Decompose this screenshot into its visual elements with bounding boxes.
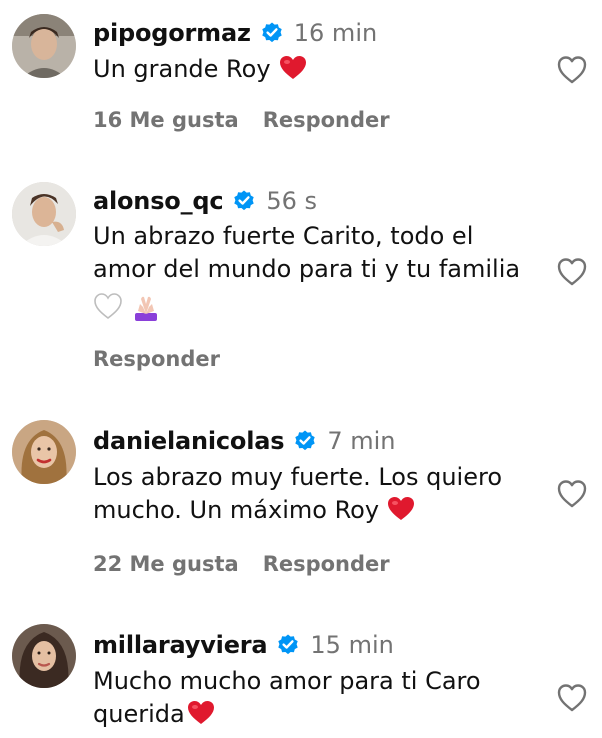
comment-actions: 22 Me gusta Responder (93, 548, 390, 580)
username[interactable]: pipogormaz (93, 19, 251, 47)
white-heart-emoji-icon (93, 292, 123, 331)
red-heart-emoji-icon (279, 55, 307, 81)
comment-header: danielanicolas 7 min (93, 424, 395, 458)
like-button[interactable] (556, 256, 588, 288)
comment-header: pipogormaz 16 min (93, 16, 377, 50)
comment-text-block: Un abrazo fuerte Carito, todo el amor de… (93, 220, 543, 331)
timestamp: 56 s (266, 187, 318, 215)
comment-text-block: Un grande Roy (93, 53, 543, 86)
username[interactable]: alonso_qc (93, 187, 224, 215)
likes-count[interactable]: 22 Me gusta (93, 552, 239, 576)
avatar[interactable] (12, 14, 76, 78)
avatar[interactable] (12, 182, 76, 246)
comment-item: alonso_qc 56 s Un abrazo fuerte Carito, … (0, 170, 602, 400)
folded-hands-emoji-icon (131, 292, 161, 331)
like-button[interactable] (556, 54, 588, 86)
comment-text: Un abrazo fuerte Carito, todo el amor de… (93, 222, 521, 283)
comment-actions: 16 Me gusta Responder (93, 104, 390, 136)
comment-item: danielanicolas 7 min Los abrazo muy fuer… (0, 408, 602, 598)
comment-text-block: Los abrazo muy fuerte. Los quiero mucho.… (93, 461, 543, 527)
like-button[interactable] (556, 682, 588, 714)
verified-badge-icon (260, 21, 284, 45)
like-button[interactable] (556, 478, 588, 510)
verified-badge-icon (276, 633, 300, 657)
comment-text: Los abrazo muy fuerte. Los quiero mucho.… (93, 463, 503, 524)
comment-header: alonso_qc 56 s (93, 184, 317, 218)
likes-count[interactable]: 16 Me gusta (93, 108, 239, 132)
username[interactable]: millarayviera (93, 631, 268, 659)
timestamp: 15 min (310, 631, 394, 659)
emoji-row (93, 292, 543, 331)
comments-feed: pipogormaz 16 min Un grande Roy 16 Me gu… (0, 0, 602, 738)
comment-actions: Responder (93, 343, 220, 375)
comment-text-block: Mucho mucho amor para ti Caro querida (93, 665, 543, 731)
avatar[interactable] (12, 624, 76, 688)
comment-text: Mucho mucho amor para ti Caro querida (93, 667, 481, 728)
timestamp: 16 min (293, 19, 378, 47)
red-heart-emoji-icon (187, 700, 215, 726)
comment-item: millarayviera 15 min Mucho mucho amor pa… (0, 612, 602, 738)
username[interactable]: danielanicolas (93, 427, 285, 455)
heart-outline-icon (557, 56, 587, 84)
avatar[interactable] (12, 420, 76, 484)
heart-outline-icon (557, 684, 587, 712)
timestamp: 7 min (327, 427, 396, 455)
reply-button[interactable]: Responder (263, 108, 390, 132)
red-heart-emoji-icon (387, 496, 415, 522)
comment-item: pipogormaz 16 min Un grande Roy 16 Me gu… (0, 0, 602, 150)
verified-badge-icon (232, 189, 256, 213)
heart-outline-icon (557, 258, 587, 286)
comment-header: millarayviera 15 min (93, 628, 394, 662)
reply-button[interactable]: Responder (263, 552, 390, 576)
comment-text: Un grande Roy (93, 55, 271, 83)
reply-button[interactable]: Responder (93, 347, 220, 371)
verified-badge-icon (293, 429, 317, 453)
heart-outline-icon (557, 480, 587, 508)
